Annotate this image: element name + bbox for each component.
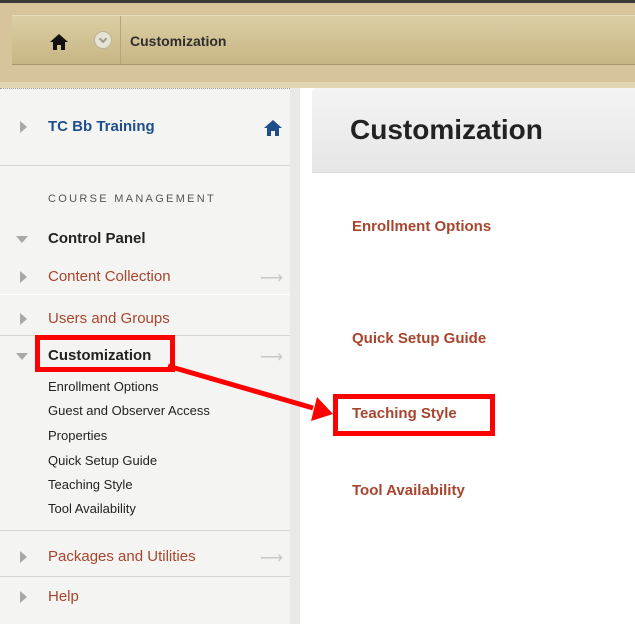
link-enrollment-options[interactable]: Enrollment Options <box>352 218 491 235</box>
sidebar-item-label: Users and Groups <box>48 310 170 327</box>
sub-item-quick-setup-guide[interactable]: Quick Setup Guide <box>48 453 157 468</box>
sub-item-teaching-style[interactable]: Teaching Style <box>48 477 133 492</box>
expand-triangle-icon <box>20 551 27 563</box>
arrow-right-icon[interactable]: ⟶ <box>260 548 283 568</box>
expand-triangle-icon <box>20 313 27 325</box>
page-title: Customization <box>350 114 543 145</box>
arrow-right-icon[interactable]: ⟶ <box>260 268 283 288</box>
sub-item-guest-observer-access[interactable]: Guest and Observer Access <box>48 403 210 418</box>
collapse-triangle-icon <box>16 236 28 243</box>
divider <box>0 165 290 166</box>
highlight-box-customization <box>35 335 175 372</box>
sidebar-item-help[interactable]: Help <box>0 582 290 612</box>
sub-item-properties[interactable]: Properties <box>48 428 107 443</box>
link-tool-availability[interactable]: Tool Availability <box>352 482 465 499</box>
menu-chevron-icon[interactable] <box>94 31 112 49</box>
breadcrumb-separator <box>120 16 121 64</box>
sidebar-item-label: Help <box>48 588 79 605</box>
section-header: COURSE MANAGEMENT <box>48 193 217 205</box>
sub-item-enrollment-options[interactable]: Enrollment Options <box>48 379 159 394</box>
course-title-row[interactable]: TC Bb Training <box>0 112 290 142</box>
arrow-right-icon[interactable]: ⟶ <box>260 347 283 367</box>
sidebar-item-label: Control Panel <box>48 230 146 247</box>
breadcrumb: Customization <box>12 15 635 65</box>
main-content: Customization Enrollment Options Quick S… <box>312 88 635 624</box>
sidebar-item-packages-and-utilities[interactable]: Packages and Utilities ⟶ <box>0 542 290 572</box>
divider <box>0 294 290 295</box>
course-home-icon[interactable] <box>264 120 282 136</box>
expand-triangle-icon <box>20 591 27 603</box>
divider <box>0 576 290 577</box>
sidebar-item-content-collection[interactable]: Content Collection ⟶ <box>0 262 290 292</box>
home-icon[interactable] <box>50 34 68 50</box>
highlight-box-teaching-style <box>333 394 495 436</box>
collapse-triangle-icon <box>16 353 28 360</box>
sidebar-item-control-panel[interactable]: Control Panel <box>0 224 290 254</box>
breadcrumb-current: Customization <box>130 33 227 49</box>
expand-triangle-icon <box>20 271 27 283</box>
divider <box>0 530 290 531</box>
sub-item-tool-availability[interactable]: Tool Availability <box>48 501 136 516</box>
sidebar-item-users-and-groups[interactable]: Users and Groups <box>0 304 290 334</box>
expand-triangle-icon <box>20 121 27 133</box>
sidebar-item-label: Content Collection <box>48 268 171 285</box>
link-quick-setup-guide[interactable]: Quick Setup Guide <box>352 330 486 347</box>
course-title[interactable]: TC Bb Training <box>48 118 155 135</box>
top-bar: Customization <box>0 0 635 85</box>
divider <box>0 88 290 89</box>
page-header: Customization <box>312 88 635 173</box>
sidebar-item-label: Packages and Utilities <box>48 548 196 565</box>
